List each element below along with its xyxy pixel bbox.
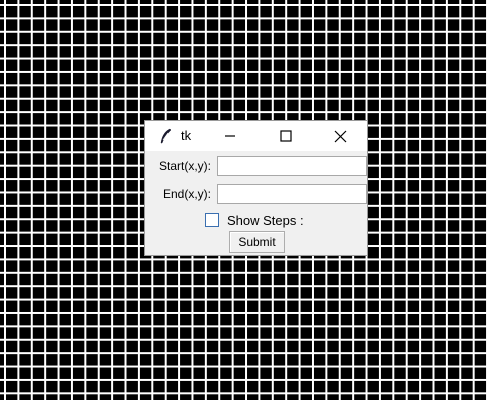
title-bar[interactable]: tk <box>145 121 367 151</box>
start-input[interactable] <box>217 156 367 176</box>
window-title: tk <box>181 128 192 143</box>
minimize-icon <box>225 135 235 137</box>
close-button[interactable] <box>317 121 363 151</box>
close-icon <box>334 130 346 142</box>
tk-window: tk Start(x,y): End(x,y): Show Steps : Su… <box>144 120 368 256</box>
maximize-button[interactable] <box>263 121 309 151</box>
show-steps-label: Show Steps : <box>227 212 304 228</box>
start-row: Start(x,y): <box>145 155 369 177</box>
submit-button[interactable]: Submit <box>229 231 285 253</box>
show-steps-checkbox[interactable] <box>205 213 219 227</box>
end-label: End(x,y): <box>162 187 211 201</box>
show-steps-control[interactable]: Show Steps : <box>205 211 304 229</box>
tk-feather-icon <box>160 128 172 144</box>
end-row: End(x,y): <box>145 183 369 205</box>
maximize-icon <box>280 130 292 142</box>
minimize-button[interactable] <box>207 121 253 151</box>
start-label: Start(x,y): <box>158 159 211 173</box>
end-input[interactable] <box>217 184 367 204</box>
